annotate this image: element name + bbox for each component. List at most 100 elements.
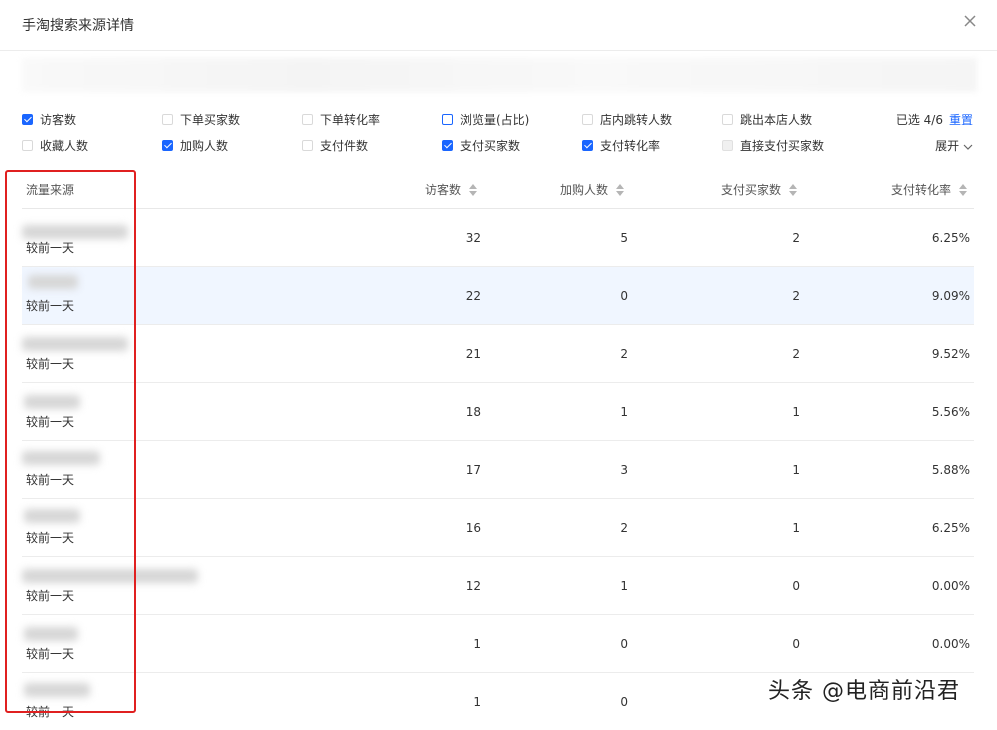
filter-label: 支付买家数 [460,138,521,153]
cell-visitors: 17 [465,463,481,477]
checkbox-icon[interactable] [22,139,33,151]
table-header: 流量来源 访客数 加购人数 支付买家数 支付转化率 [22,168,974,209]
close-icon[interactable] [962,13,978,29]
cell-conversion: 0.00% [931,579,970,593]
filter-label: 收藏人数 [40,138,89,153]
sort-icon[interactable] [959,183,967,196]
expand-label: 展开 [935,139,960,153]
checkbox-icon[interactable] [442,113,453,125]
filter-label: 下单转化率 [320,112,381,127]
filter-paid-buyers[interactable]: 支付买家数 [442,136,520,154]
cell-visitors: 32 [465,231,481,245]
cell-add-cart: 2 [620,521,628,535]
checkbox-icon[interactable] [582,139,593,151]
checkbox-icon[interactable] [162,139,173,151]
cell-visitors: 1 [473,637,481,651]
filter-paid-items[interactable]: 支付件数 [302,136,368,154]
header-add-cart[interactable]: 加购人数 [560,181,624,198]
filter-bounce[interactable]: 跳出本店人数 [722,110,812,128]
reset-link[interactable]: 重置 [949,113,973,127]
compare-label: 较前一天 [26,299,75,313]
sort-icon[interactable] [469,183,477,196]
table-row[interactable]: 较前一天 17 3 1 5.88% [22,441,974,499]
cell-visitors: 18 [465,405,481,419]
table-row[interactable]: 较前一天 1 0 0 0.00% [22,615,974,673]
cell-add-cart: 1 [620,579,628,593]
cell-buyers: 2 [792,231,800,245]
blurred-source-name [28,275,78,289]
cell-buyers: 2 [792,347,800,361]
header-label: 支付转化率 [890,183,951,197]
header-label: 流量来源 [26,183,75,197]
sort-icon[interactable] [616,183,624,196]
cell-visitors: 21 [465,347,481,361]
cell-visitors: 12 [465,579,481,593]
header-label: 加购人数 [559,183,608,197]
checkbox-icon[interactable] [722,113,733,125]
cell-visitors: 1 [473,695,481,709]
table-row[interactable]: 较前一天 16 2 1 6.25% [22,499,974,557]
table-row[interactable]: 较前一天 12 1 0 0.00% [22,557,974,615]
filter-favorites[interactable]: 收藏人数 [22,136,88,154]
cell-add-cart: 2 [620,347,628,361]
blurred-source-name [22,451,100,465]
table-row[interactable]: 较前一天 21 2 2 9.52% [22,325,974,383]
filter-pageviews[interactable]: 浏览量(占比) [442,110,529,128]
compare-label: 较前一天 [26,415,75,429]
filter-label: 直接支付买家数 [740,138,825,153]
table-row[interactable]: 较前一天 18 1 1 5.56% [22,383,974,441]
header-visitors[interactable]: 访客数 [425,181,477,198]
cell-add-cart: 0 [620,695,628,709]
filter-add-cart[interactable]: 加购人数 [162,136,228,154]
table-row[interactable]: 较前一天 32 5 2 6.25% [22,209,974,267]
header-conversion[interactable]: 支付转化率 [891,181,967,198]
filter-label: 支付件数 [320,138,369,153]
chevron-down-icon [963,144,973,150]
header-buyers[interactable]: 支付买家数 [721,181,797,198]
cell-visitors: 22 [465,289,481,303]
checkbox-icon[interactable] [442,139,453,151]
filter-visitors[interactable]: 访客数 [22,110,76,128]
filter-label: 下单买家数 [180,112,241,127]
cell-add-cart: 5 [620,231,628,245]
cell-add-cart: 3 [620,463,628,477]
compare-label: 较前一天 [26,531,75,545]
filter-in-store-jumps[interactable]: 店内跳转人数 [582,110,672,128]
metric-filter-panel: 访客数 下单买家数 下单转化率 浏览量(占比) 店内跳转人数 跳出本店人数 已选… [0,108,997,158]
checkbox-icon [722,139,733,151]
compare-label: 较前一天 [26,473,75,487]
cell-buyers: 1 [792,463,800,477]
expand-toggle[interactable]: 展开 [935,137,973,154]
selected-count-text: 已选 4/6 [895,113,943,127]
cell-visitors: 16 [465,521,481,535]
cell-conversion: 6.25% [931,521,970,535]
filter-label: 跳出本店人数 [740,112,813,127]
filter-paid-conversion[interactable]: 支付转化率 [582,136,660,154]
source-table: 流量来源 访客数 加购人数 支付买家数 支付转化率 较前一天 32 5 2 6.… [22,168,974,730]
table-row[interactable]: 较前一天 22 0 2 9.09% [22,267,974,325]
dialog-header: 手淘搜索来源详情 [0,0,997,51]
checkbox-icon[interactable] [162,113,173,125]
cell-conversion: 5.88% [931,463,970,477]
sort-icon[interactable] [789,183,797,196]
cell-buyers: 2 [792,289,800,303]
checkbox-icon[interactable] [22,113,33,125]
header-source: 流量来源 [26,181,74,198]
cell-add-cart: 0 [620,637,628,651]
blurred-source-name [22,337,128,351]
filter-order-conversion[interactable]: 下单转化率 [302,110,380,128]
cell-add-cart: 0 [620,289,628,303]
cell-conversion: 6.25% [931,231,970,245]
filter-label: 店内跳转人数 [600,112,673,127]
header-label: 访客数 [424,183,461,197]
cell-conversion: 0.00% [931,637,970,651]
filter-order-buyers[interactable]: 下单买家数 [162,110,240,128]
cell-buyers: 1 [792,521,800,535]
filter-label: 加购人数 [180,138,229,153]
checkbox-icon[interactable] [302,113,313,125]
checkbox-icon[interactable] [582,113,593,125]
blurred-source-name [22,569,198,583]
checkbox-icon[interactable] [302,139,313,151]
selected-count: 已选 4/6 重置 [896,111,973,128]
cell-buyers: 1 [792,405,800,419]
